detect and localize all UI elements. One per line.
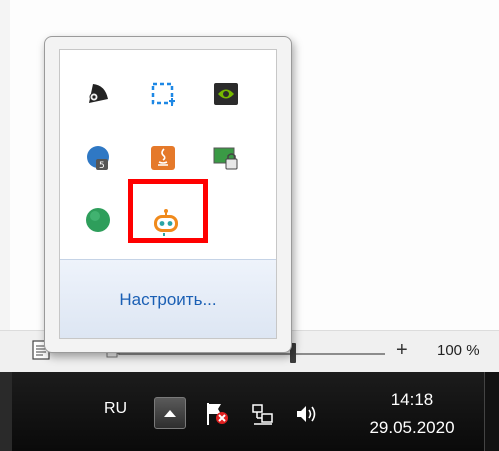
network-icon[interactable]	[251, 403, 275, 425]
language-indicator[interactable]: RU	[104, 400, 127, 418]
locked-monitor-icon[interactable]	[213, 145, 239, 171]
taskbar-edge	[0, 372, 12, 451]
nvidia-icon[interactable]	[213, 81, 239, 107]
svg-text:5: 5	[99, 161, 105, 171]
zoom-in-button[interactable]: +	[396, 339, 408, 362]
popup-footer: Настроить...	[60, 259, 276, 338]
screenshot-selection-icon[interactable]	[150, 81, 176, 107]
action-center-flag-icon[interactable]	[205, 402, 231, 426]
show-desktop-button[interactable]	[484, 372, 499, 451]
clock-date[interactable]: 29.05.2020	[352, 418, 472, 438]
zoom-slider-track[interactable]	[120, 353, 385, 355]
green-circle-icon[interactable]	[85, 207, 111, 233]
show-hidden-icons-button[interactable]	[154, 397, 186, 429]
volume-icon[interactable]	[295, 403, 319, 425]
badge-5-app-icon[interactable]: 5	[85, 145, 111, 171]
zoom-level[interactable]: 100 %	[437, 342, 480, 359]
taskbar: RU 14:18 29.05.2020	[0, 372, 499, 451]
tray-app-dark-icon[interactable]	[85, 81, 111, 107]
java-update-icon[interactable]	[150, 145, 176, 171]
highlight-box	[128, 179, 208, 243]
customize-link[interactable]: Настроить...	[60, 290, 276, 310]
clock-time[interactable]: 14:18	[377, 390, 447, 410]
chevron-up-icon	[164, 410, 176, 417]
